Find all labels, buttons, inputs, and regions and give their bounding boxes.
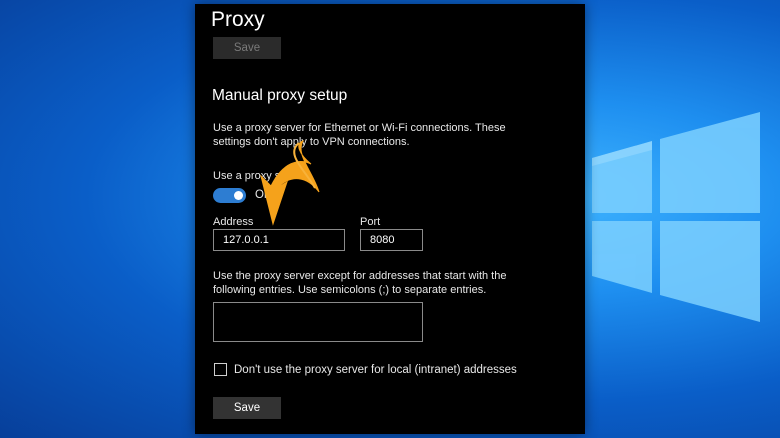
- save-button-top[interactable]: Save: [213, 37, 281, 59]
- exceptions-description: Use the proxy server except for addresse…: [213, 270, 507, 296]
- port-label: Port: [360, 216, 381, 228]
- toggle-state-label: On: [255, 189, 271, 201]
- use-proxy-label: Use a proxy server: [213, 170, 306, 182]
- page-title: Proxy: [211, 8, 265, 31]
- save-button[interactable]: Save: [213, 397, 281, 419]
- address-field[interactable]: 127.0.0.1: [213, 229, 345, 251]
- local-addresses-checkbox[interactable]: [214, 363, 227, 376]
- proxy-settings-panel: Proxy Save Manual proxy setup Use a prox…: [195, 4, 585, 434]
- use-proxy-toggle[interactable]: [213, 188, 246, 203]
- address-label: Address: [213, 216, 254, 228]
- exceptions-field[interactable]: [213, 302, 423, 342]
- proxy-description: Use a proxy server for Ethernet or Wi-Fi…: [213, 122, 506, 148]
- section-heading: Manual proxy setup: [212, 87, 348, 104]
- port-field[interactable]: 8080: [360, 229, 423, 251]
- local-addresses-label: Don't use the proxy server for local (in…: [234, 364, 517, 376]
